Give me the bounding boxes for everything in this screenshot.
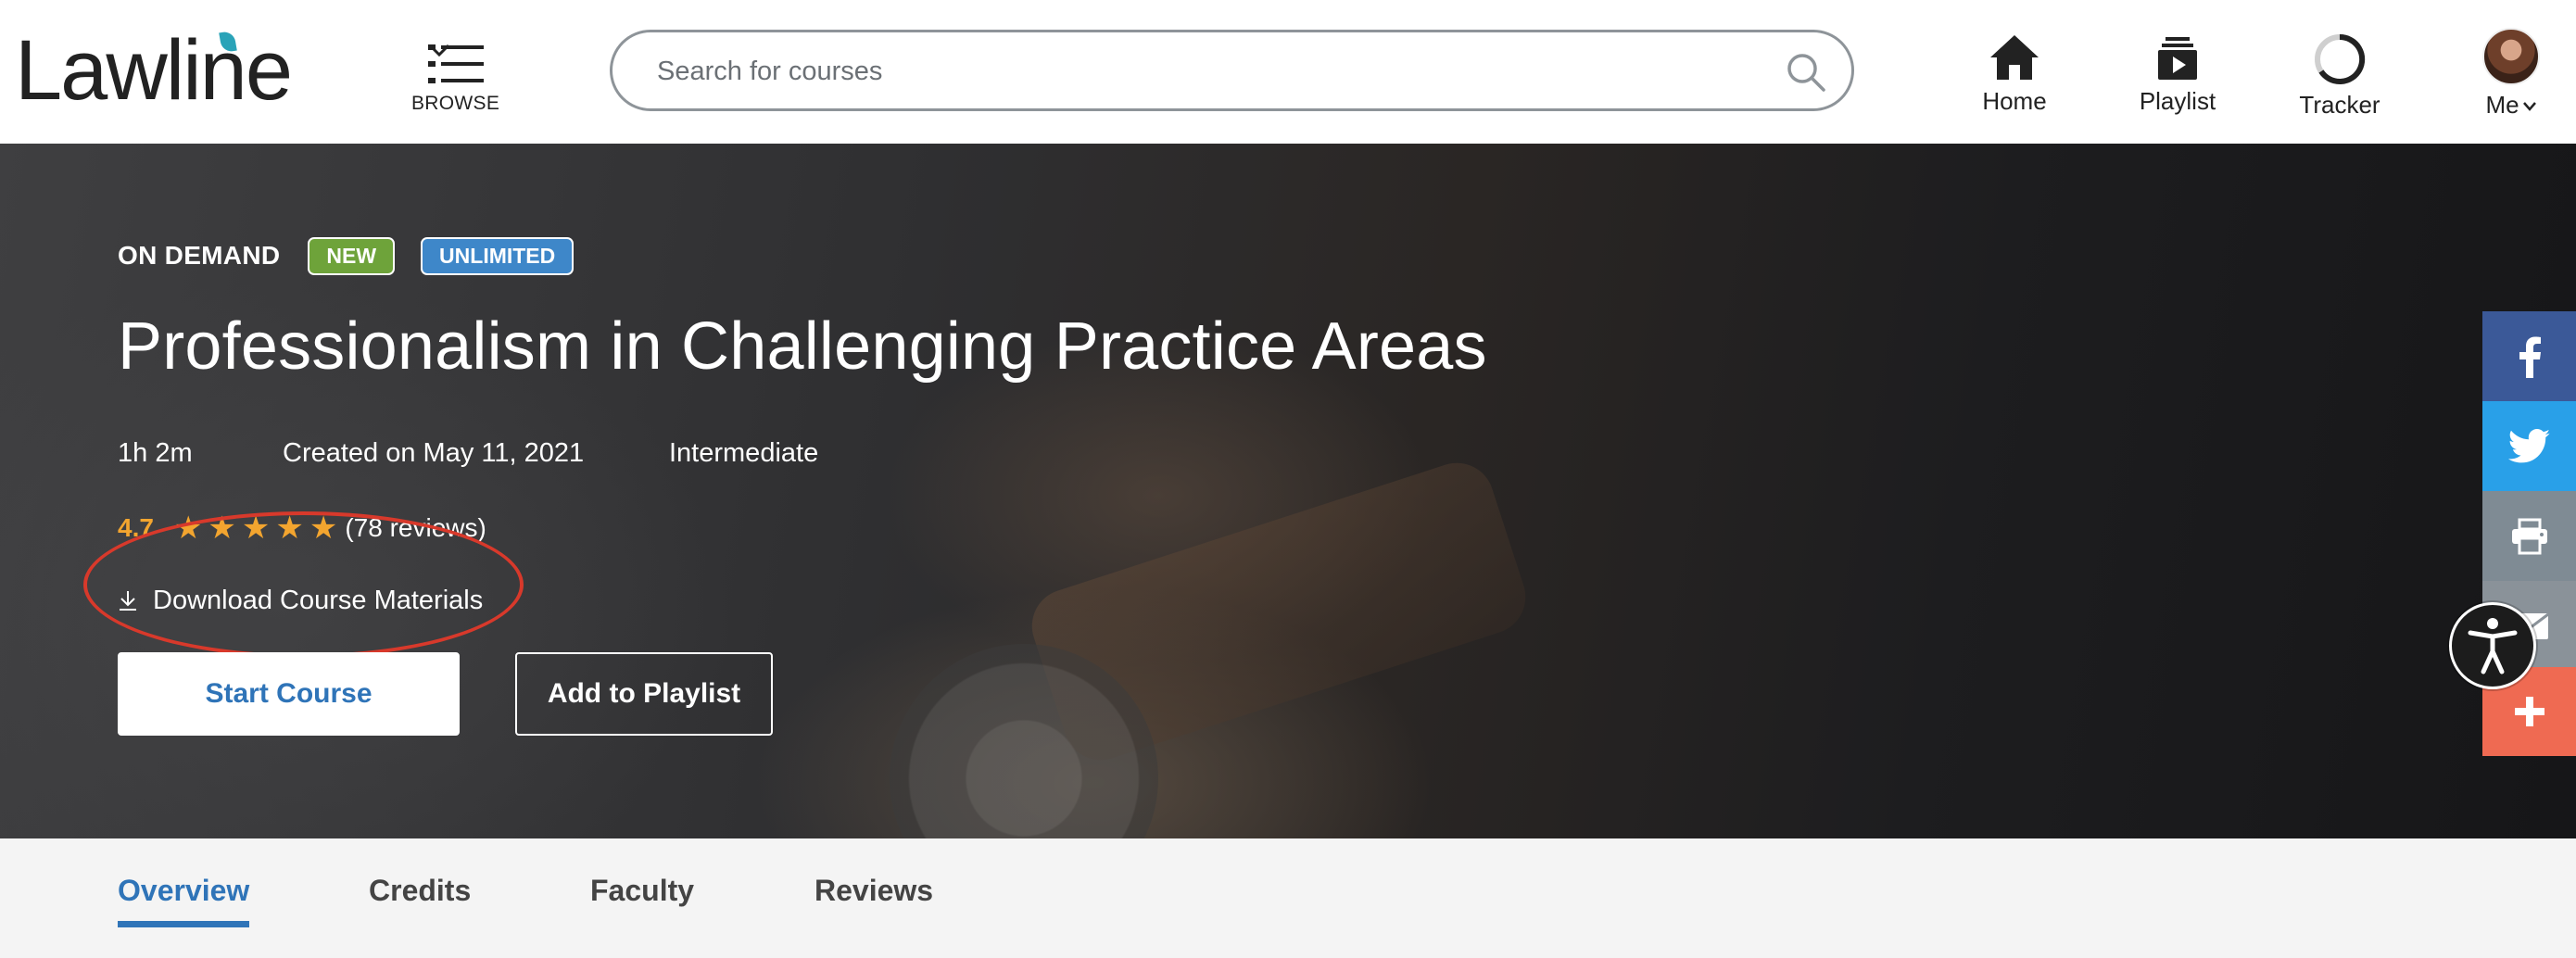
add-to-playlist-button[interactable]: Add to Playlist bbox=[515, 652, 773, 736]
search-input[interactable] bbox=[657, 49, 1723, 94]
download-label: Download Course Materials bbox=[153, 585, 484, 615]
nav-me-menu[interactable]: Me bbox=[2446, 28, 2576, 120]
course-badges: ON DEMAND NEW UNLIMITED bbox=[118, 236, 600, 275]
browse-label: BROWSE bbox=[411, 93, 500, 114]
star-icon: ★ bbox=[173, 511, 203, 546]
playlist-icon bbox=[2158, 37, 2197, 80]
search-icon[interactable] bbox=[1785, 51, 1827, 94]
rating-value: 4.7 bbox=[118, 513, 154, 542]
nav-home-label: Home bbox=[1982, 87, 2047, 115]
share-twitter-button[interactable] bbox=[2482, 401, 2576, 491]
nav-tracker[interactable]: Tracker bbox=[2275, 33, 2405, 126]
share-print-button[interactable] bbox=[2482, 491, 2576, 581]
print-icon bbox=[2511, 518, 2547, 554]
star-icon: ★ bbox=[275, 511, 304, 546]
twitter-icon bbox=[2507, 428, 2550, 462]
nav-me-label: Me bbox=[2485, 91, 2519, 119]
course-duration: 1h 2m bbox=[118, 438, 193, 468]
browse-menu-button[interactable]: BROWSE bbox=[411, 41, 532, 115]
tab-faculty[interactable]: Faculty bbox=[590, 874, 694, 927]
star-icon: ★ bbox=[208, 511, 236, 546]
tab-credits[interactable]: Credits bbox=[369, 874, 471, 927]
avatar bbox=[2482, 28, 2540, 85]
tab-overview[interactable]: Overview bbox=[118, 874, 250, 927]
course-created-date: Created on May 11, 2021 bbox=[283, 438, 585, 468]
unlimited-badge: UNLIMITED bbox=[421, 236, 575, 275]
course-rating[interactable]: 4.7 ★ ★ ★ ★ ★ (78 reviews) bbox=[118, 510, 486, 547]
new-badge: NEW bbox=[308, 236, 396, 275]
tracker-icon bbox=[2315, 33, 2366, 84]
search-bar[interactable] bbox=[610, 30, 1854, 111]
nav-playlist-label: Playlist bbox=[2139, 87, 2216, 115]
nav-playlist[interactable]: Playlist bbox=[2113, 33, 2242, 126]
course-title: Professionalism in Challenging Practice … bbox=[118, 309, 1487, 384]
download-materials-link[interactable]: Download Course Materials bbox=[118, 582, 483, 619]
lawline-logo[interactable]: Lawline bbox=[15, 28, 293, 113]
format-label: ON DEMAND bbox=[118, 241, 281, 270]
nav-tracker-label: Tracker bbox=[2299, 91, 2380, 119]
nav-home[interactable]: Home bbox=[1950, 33, 2079, 126]
chevron-down-icon bbox=[428, 44, 450, 57]
star-icon: ★ bbox=[241, 511, 271, 546]
course-level: Intermediate bbox=[669, 438, 819, 468]
plus-icon bbox=[2514, 697, 2544, 726]
course-tabs: Overview Credits Faculty Reviews bbox=[0, 838, 2576, 958]
facebook-icon bbox=[2519, 336, 2541, 378]
download-icon bbox=[120, 591, 136, 611]
share-facebook-button[interactable] bbox=[2482, 311, 2576, 401]
accessibility-icon bbox=[2468, 618, 2518, 674]
course-hero: ON DEMAND NEW UNLIMITED Professionalism … bbox=[0, 144, 2576, 838]
top-header: Lawline BROWSE Home Playlist bbox=[0, 0, 2576, 144]
star-icon: ★ bbox=[309, 511, 338, 546]
home-icon bbox=[1990, 35, 2039, 80]
review-count[interactable]: (78 reviews) bbox=[345, 513, 486, 543]
start-course-button[interactable]: Start Course bbox=[118, 652, 460, 736]
chevron-down-icon bbox=[2522, 102, 2536, 112]
accessibility-button[interactable] bbox=[2449, 602, 2536, 689]
tab-reviews[interactable]: Reviews bbox=[814, 874, 933, 927]
